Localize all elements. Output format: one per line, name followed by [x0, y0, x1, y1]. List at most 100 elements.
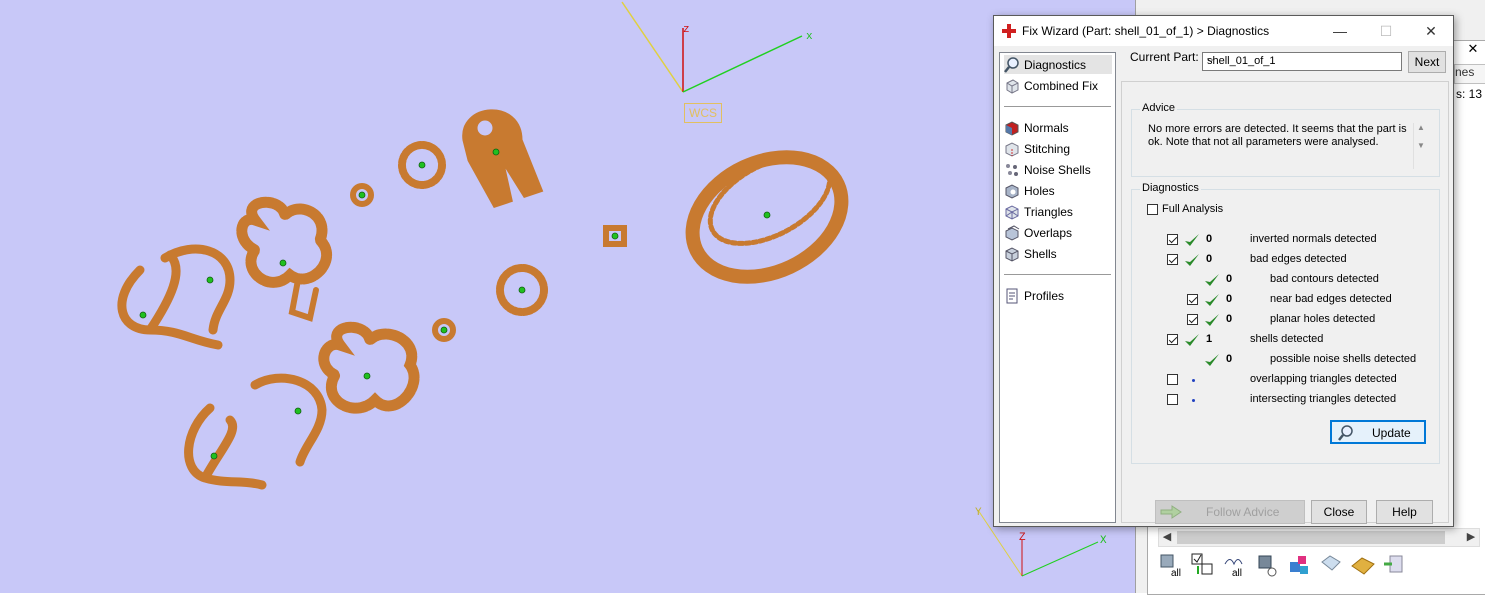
diagnostic-label: shells detected: [1250, 333, 1324, 345]
hook-hole: [474, 117, 496, 139]
diagnostic-label: near bad edges detected: [1270, 293, 1392, 305]
mini-z-axis-label: Z: [1019, 532, 1026, 544]
update-button[interactable]: Update: [1330, 420, 1426, 444]
part-view-icon[interactable]: [1318, 552, 1344, 578]
close-window-button[interactable]: ✕: [1408, 16, 1454, 46]
horizontal-scrollbar[interactable]: ◀ ▶: [1158, 528, 1480, 547]
follow-advice-label: Follow Advice: [1206, 505, 1280, 519]
surface-icon[interactable]: [1350, 552, 1376, 578]
nav-item-combined-fix[interactable]: Combined Fix: [1004, 76, 1112, 95]
magnifier-icon: [1338, 425, 1353, 441]
diagnostic-checkbox[interactable]: [1167, 334, 1178, 345]
scene-canvas[interactable]: [0, 0, 1135, 593]
diagnostic-count: 0: [1226, 273, 1233, 285]
green-check-icon: [1205, 314, 1219, 326]
3d-viewport[interactable]: WCS z x Z X Y: [0, 0, 1135, 593]
nav-divider: [1004, 274, 1111, 275]
green-check-icon: [1205, 274, 1219, 286]
clover-frame-2: [318, 321, 420, 414]
nav-item-label: Noise Shells: [1024, 162, 1091, 177]
y-axis-line: [621, 1, 684, 93]
shells-icon: [1005, 246, 1019, 262]
nav-item-profiles[interactable]: Profiles: [1004, 286, 1112, 305]
diagnostic-checkbox[interactable]: [1167, 234, 1178, 245]
wire-part-1: [117, 250, 223, 350]
diagnostic-count: 0: [1206, 233, 1213, 245]
diagnostic-count: 0: [1226, 313, 1233, 325]
holes-icon: [1005, 183, 1019, 199]
z-axis-label: z: [683, 24, 690, 36]
parts-group: [117, 109, 849, 490]
cube-icon: [1006, 78, 1019, 94]
shell-select-icon[interactable]: [1254, 552, 1280, 578]
panel-tab[interactable]: nes: [1454, 64, 1485, 84]
diagnostic-checkbox[interactable]: [1167, 254, 1178, 265]
nav-item-overlaps[interactable]: Overlaps: [1004, 223, 1112, 242]
colorize-icon[interactable]: [1286, 552, 1312, 578]
panel-close-icon[interactable]: ✕: [1466, 42, 1480, 56]
chevron-down-icon: ⌵: [1207, 54, 1215, 65]
nav-item-label: Profiles: [1024, 288, 1065, 303]
diagnostic-checkbox[interactable]: [1187, 294, 1198, 305]
scroll-left-icon[interactable]: ◀: [1159, 529, 1175, 546]
diagnostic-label: overlapping triangles detected: [1250, 373, 1397, 385]
green-check-icon: [1185, 334, 1199, 346]
dialog-titlebar[interactable]: Fix Wizard (Part: shell_01_of_1) > Diagn…: [994, 16, 1453, 46]
current-part-select[interactable]: shell_01_of_1 ⌵: [1202, 52, 1402, 71]
select-all-parts-icon[interactable]: all: [1158, 552, 1184, 579]
diagnostic-checkbox[interactable]: [1167, 394, 1178, 405]
current-part-label: Current Part:: [1130, 50, 1199, 64]
advice-scrollbar[interactable]: ▲ ▼: [1413, 123, 1428, 169]
clover-frame-1: [236, 196, 332, 288]
minimize-button[interactable]: —: [1317, 16, 1363, 46]
arrow-right-icon: [1160, 505, 1182, 519]
fix-wizard-nav: Diagnostics Combined Fix Normals Stitchi…: [999, 52, 1116, 523]
full-analysis-checkbox[interactable]: [1147, 204, 1158, 215]
diagnostic-label: bad edges detected: [1250, 253, 1347, 265]
green-check-icon: [1185, 254, 1199, 266]
svg-text:all: all: [1171, 568, 1181, 578]
bottom-toolbar: all all: [1152, 548, 1485, 582]
x-axis-line: [682, 35, 803, 93]
nav-item-stitching[interactable]: Stitching: [1004, 139, 1112, 158]
x-axis-label: x: [806, 31, 813, 43]
wire-part-4: [250, 373, 327, 467]
green-check-icon: [1185, 234, 1199, 246]
select-all-shells-icon[interactable]: all: [1222, 552, 1248, 579]
diagnostic-label: inverted normals detected: [1250, 233, 1377, 245]
diagnostic-count: 1: [1206, 333, 1213, 345]
close-button[interactable]: Close: [1311, 500, 1367, 524]
nav-item-normals[interactable]: Normals: [1004, 118, 1112, 137]
export-icon[interactable]: [1382, 552, 1408, 578]
nav-item-holes[interactable]: Holes: [1004, 181, 1112, 200]
nav-item-label: Stitching: [1024, 141, 1071, 156]
scrollbar-thumb[interactable]: [1177, 531, 1445, 544]
scroll-right-icon[interactable]: ▶: [1463, 529, 1479, 546]
update-button-label: Update: [1372, 426, 1411, 440]
pending-dot-icon: [1192, 379, 1195, 382]
diagnostic-checkbox[interactable]: [1167, 374, 1178, 385]
diagnostic-label: possible noise shells detected: [1270, 353, 1417, 365]
mini-x-axis-label: X: [1100, 535, 1107, 547]
clover-stem-1: [288, 277, 319, 322]
toggle-selection-icon[interactable]: [1190, 552, 1216, 578]
help-button[interactable]: Help: [1376, 500, 1433, 524]
diagnostic-label: planar holes detected: [1270, 313, 1376, 325]
advice-title: Advice: [1140, 102, 1178, 114]
diagnostic-count: 0: [1206, 253, 1213, 265]
maximize-button[interactable]: ☐: [1363, 16, 1409, 46]
follow-advice-button[interactable]: Follow Advice: [1155, 500, 1305, 524]
diagnostic-checkbox[interactable]: [1187, 314, 1198, 325]
mini-x-axis-line: [1021, 541, 1099, 577]
nav-item-label: Shells: [1024, 246, 1057, 261]
nav-item-triangles[interactable]: Triangles: [1004, 202, 1112, 221]
nav-item-diagnostics[interactable]: Diagnostics: [1004, 55, 1112, 74]
nav-item-shells[interactable]: Shells: [1004, 244, 1112, 263]
next-button[interactable]: Next: [1408, 51, 1446, 73]
nav-item-label: Overlaps: [1024, 225, 1073, 240]
overlaps-icon: [1005, 224, 1020, 241]
advice-text: No more errors are detected. It seems th…: [1148, 123, 1416, 169]
profiles-icon: [1006, 288, 1018, 303]
nav-item-noise-shells[interactable]: Noise Shells: [1004, 160, 1112, 179]
triangles-icon: [1005, 204, 1019, 220]
